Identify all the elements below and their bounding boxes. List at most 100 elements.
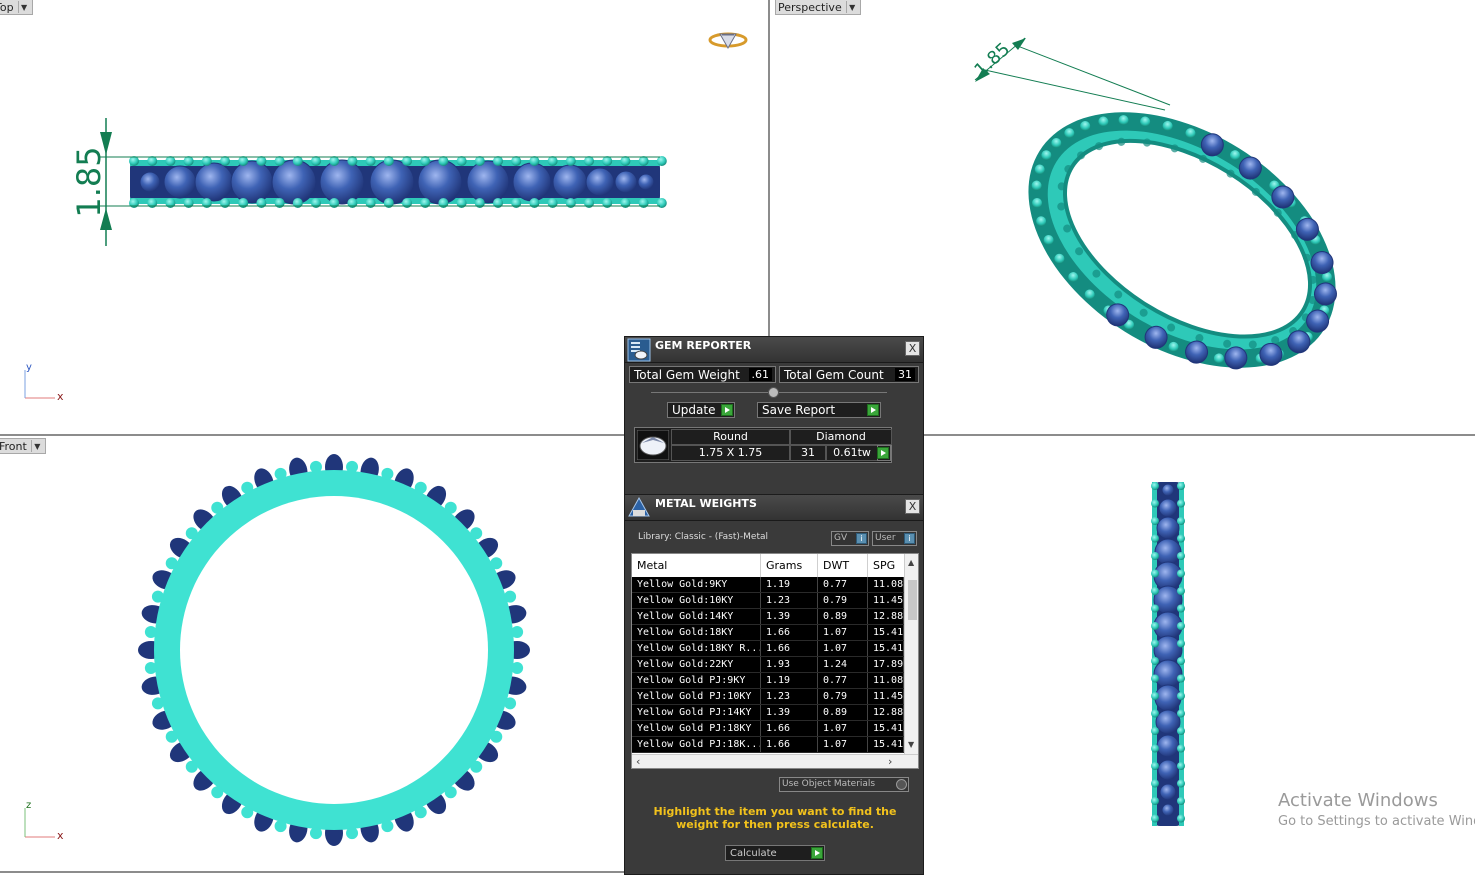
prong [381, 467, 394, 480]
dwt-cell: 0.79 [818, 593, 868, 608]
top-dimension-value: 1.85 [70, 146, 108, 217]
chevron-down-icon[interactable]: ▼ [845, 1, 858, 13]
gv-toggle[interactable]: GV i [831, 531, 869, 546]
gem-row-go-button[interactable] [877, 445, 891, 461]
viewport-tab-front[interactable]: Front ▼ [0, 438, 46, 454]
dwt-cell: 1.07 [818, 625, 868, 640]
table-row[interactable]: Yellow Gold:22KY 1.93 1.24 17.89 [632, 657, 904, 673]
prong [1177, 797, 1185, 805]
column-header-dwt[interactable]: DWT [818, 554, 868, 577]
use-object-materials-toggle[interactable]: Use Object Materials [779, 777, 909, 792]
prong [185, 760, 198, 773]
prong [309, 460, 322, 473]
prong [470, 760, 483, 773]
column-header-grams[interactable]: Grams [761, 554, 818, 577]
grams-cell: 1.39 [761, 705, 818, 720]
spg-cell: 12.88 [868, 609, 904, 624]
chevron-down-icon[interactable]: ▼ [30, 440, 43, 452]
gem-count-cell: 31 [790, 445, 826, 461]
update-button[interactable]: Update [667, 402, 735, 418]
gem-report-icon [627, 338, 651, 361]
prong [1177, 639, 1185, 648]
viewport-divider-horizontal-left[interactable] [0, 434, 625, 436]
prong [309, 827, 322, 840]
table-row[interactable]: Yellow Gold PJ:9KY 1.19 0.77 11.08 [632, 673, 904, 689]
chevron-up-icon[interactable]: ▲ [908, 558, 914, 567]
column-header-metal[interactable]: Metal [632, 554, 761, 577]
table-row[interactable]: Yellow Gold:18KY R... 1.66 1.07 15.41 [632, 641, 904, 657]
metal-table-horizontal-scrollbar[interactable]: ‹ › [632, 754, 918, 768]
prong [211, 786, 224, 799]
metal-weights-table[interactable]: Metal Grams DWT SPG Yellow Gold:9KY 1.19 0… [631, 553, 919, 769]
play-icon [877, 447, 889, 459]
metal-weights-header[interactable]: METAL WEIGHTS X [625, 495, 923, 521]
prong [1177, 744, 1185, 753]
viewport-tab-perspective[interactable]: Perspective ▼ [775, 0, 861, 15]
gem [139, 171, 161, 193]
metal-weights-panel: METAL WEIGHTS X Library: Classic - (Fast… [624, 494, 924, 875]
prong [151, 697, 164, 710]
viewport-divider-horizontal-right[interactable] [924, 434, 1475, 436]
gem [230, 160, 274, 204]
chevron-down-icon[interactable]: ▼ [17, 1, 30, 13]
metal-table-vertical-scrollbar[interactable]: ▲ ▼ [904, 554, 918, 754]
table-row[interactable]: Yellow Gold:18KY 1.66 1.07 15.41 [632, 625, 904, 641]
update-button-label: Update [672, 403, 716, 417]
table-row[interactable]: Yellow Gold:10KY 1.23 0.79 11.45 [632, 593, 904, 609]
perspective-dimension: 1.85 [970, 37, 1171, 111]
prong [1177, 482, 1185, 490]
close-button[interactable]: X [905, 499, 920, 514]
metal-cell: Yellow Gold:9KY [632, 577, 761, 592]
prong [1151, 762, 1159, 770]
prong [414, 806, 427, 819]
table-row[interactable]: Yellow Gold:9KY 1.19 0.77 11.08 [632, 577, 904, 593]
table-row[interactable]: Yellow Gold PJ:18K... 1.66 1.07 15.41 [632, 737, 904, 753]
prong [1177, 692, 1185, 700]
spg-cell: 15.41 [868, 641, 904, 656]
ring-thumbnail-icon[interactable] [708, 32, 748, 50]
prong [1151, 534, 1159, 543]
table-row[interactable]: Yellow Gold PJ:18KY 1.66 1.07 15.41 [632, 721, 904, 737]
axis-x-label: x [57, 390, 64, 403]
prong [504, 697, 517, 710]
calculate-button[interactable]: Calculate [725, 845, 825, 861]
prong [444, 501, 457, 514]
gem-reporter-header[interactable]: GEM REPORTER X [625, 337, 923, 363]
grams-cell: 1.66 [761, 641, 818, 656]
scrollbar-thumb[interactable] [908, 580, 917, 620]
calculate-hint-text: Highlight the item you want to find the … [653, 805, 897, 831]
close-icon: X [908, 342, 917, 355]
table-row[interactable]: Yellow Gold PJ:10KY 1.23 0.79 11.45 [632, 689, 904, 705]
table-row[interactable]: Yellow Gold PJ:14KY 1.39 0.89 12.88 [632, 705, 904, 721]
panel-resize-handle[interactable] [768, 387, 779, 398]
metal-cell: Yellow Gold PJ:10KY [632, 689, 761, 704]
user-toggle[interactable]: User i [872, 531, 917, 546]
viewport-tab-top[interactable]: Top ▼ [0, 0, 33, 15]
chevron-right-icon[interactable]: › [888, 755, 892, 768]
gem-list-table[interactable]: Round Diamond 1.75 X 1.75 31 0.61tw [634, 427, 892, 463]
top-view-ring [129, 156, 667, 208]
prong [381, 820, 394, 833]
column-header-spg[interactable]: SPG [868, 554, 904, 577]
chevron-left-icon[interactable]: ‹ [636, 755, 640, 768]
prong [1151, 552, 1159, 560]
total-gem-weight-value: .61 [748, 368, 772, 381]
close-button[interactable]: X [905, 341, 920, 356]
gem-weight-cell: 0.61tw [826, 445, 878, 461]
save-report-button[interactable]: Save Report [757, 402, 881, 418]
prong [1177, 499, 1185, 508]
viewport-divider-vertical[interactable] [768, 0, 770, 337]
prong [444, 786, 457, 799]
activate-windows-watermark: Activate Windows Go to Settings to activ… [1278, 790, 1475, 829]
grams-cell: 1.19 [761, 673, 818, 688]
table-row[interactable]: Yellow Gold:14KY 1.39 0.89 12.88 [632, 609, 904, 625]
dwt-cell: 0.77 [818, 577, 868, 592]
grams-cell: 1.23 [761, 593, 818, 608]
prong [1177, 552, 1185, 560]
grams-cell: 1.39 [761, 609, 818, 624]
chevron-down-icon[interactable]: ▼ [908, 740, 914, 749]
prong [144, 625, 157, 638]
prong [1151, 814, 1159, 823]
spg-cell: 11.08 [868, 577, 904, 592]
prong [490, 557, 503, 570]
